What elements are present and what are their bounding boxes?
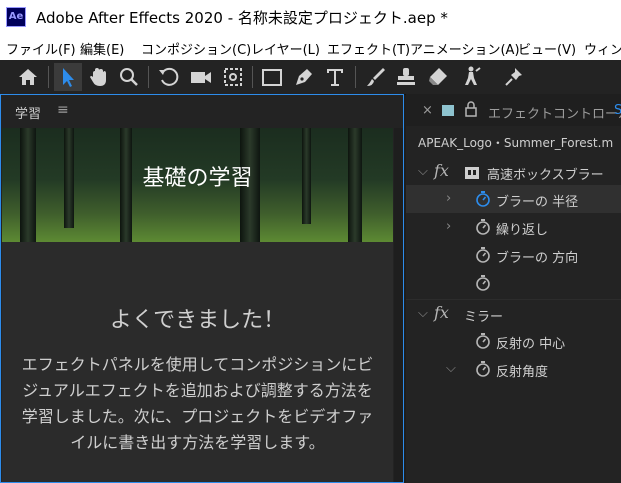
selection-tool-icon[interactable] — [54, 63, 82, 91]
chevron-right-icon[interactable]: › — [446, 219, 451, 234]
chevron-down-icon[interactable]: ⌵ — [446, 361, 456, 376]
stopwatch-icon[interactable] — [474, 218, 492, 236]
clone-stamp-tool-icon[interactable] — [392, 63, 420, 91]
stopwatch-icon[interactable] — [474, 246, 492, 264]
completion-heading: よくできました！ — [109, 308, 286, 333]
menu-window[interactable]: ウィンドウ — [584, 39, 621, 58]
learn-panel-tab[interactable]: 学習 — [15, 103, 41, 122]
menu-edit[interactable]: 編集(E) — [80, 39, 124, 58]
composite-options-icon[interactable] — [464, 165, 480, 179]
rotation-tool-icon[interactable] — [155, 63, 183, 91]
effect-row-fast-box-blur[interactable]: ⌵ fx 高速ボックスブラー — [406, 158, 621, 186]
property-label: 反射の 中心 — [496, 337, 566, 352]
menu-animation[interactable]: アニメーション(A) — [410, 39, 520, 58]
property-row-unlabeled[interactable] — [406, 269, 621, 297]
property-row-reflection-angle[interactable]: ⌵ 反射角度 — [406, 355, 621, 383]
panel-color-swatch — [442, 105, 454, 116]
panel-menu-icon[interactable]: ≡ — [57, 102, 69, 118]
learn-panel: 学習 ≡ 基礎の学習 よくできました！ エフェクトパネルを使用してコンポジション… — [0, 94, 404, 483]
property-row-reflection-center[interactable]: 反射の 中心 — [406, 327, 621, 355]
effect-row-mirror[interactable]: ⌵ fx ミラー — [406, 299, 621, 328]
effect-name: 高速ボックスブラー — [487, 168, 604, 183]
hand-tool-icon[interactable] — [85, 63, 113, 91]
menu-composition[interactable]: コンポジション(C) — [141, 39, 251, 58]
property-label: ブラーの 半径 — [496, 195, 579, 210]
stopwatch-icon[interactable] — [474, 190, 492, 208]
puppet-pin-tool-icon[interactable] — [500, 63, 528, 91]
menu-bar: ファイル(F) 編集(E) コンポジション(C) レイヤー(L) エフェクト(T… — [0, 34, 621, 60]
fx-icon[interactable]: fx — [434, 303, 449, 322]
chevron-right-icon[interactable]: › — [446, 191, 451, 206]
layer-name: APEAK_Logo・Summer_Forest.m — [418, 136, 614, 150]
home-icon[interactable] — [14, 63, 42, 91]
toolbar-separator — [355, 66, 356, 88]
pen-tool-icon[interactable] — [290, 63, 318, 91]
learn-content: よくできました！ エフェクトパネルを使用してコンポジションにビジュアルエフェクト… — [2, 242, 393, 482]
completion-message: エフェクトパネルを使用してコンポジションにビジュアルエフェクトを追加および調整す… — [21, 355, 374, 452]
property-row-blur-radius[interactable]: › ブラーの 半径 — [406, 185, 621, 213]
zoom-tool-icon[interactable] — [115, 63, 143, 91]
menu-layer[interactable]: レイヤー(L) — [251, 39, 320, 58]
type-tool-icon[interactable] — [321, 63, 349, 91]
chevron-down-icon[interactable]: ⌵ — [418, 306, 428, 321]
property-row-blur-direction[interactable]: ブラーの 方向 — [406, 241, 621, 269]
learn-scrollbar[interactable] — [394, 128, 403, 482]
close-icon[interactable]: × — [422, 103, 433, 118]
roto-brush-tool-icon[interactable] — [456, 63, 484, 91]
toolbar-separator — [252, 66, 253, 88]
window-title: Adobe After Effects 2020 - 名称未設定プロジェクト.a… — [36, 9, 448, 27]
property-label: ブラーの 方向 — [496, 251, 579, 266]
menu-effect[interactable]: エフェクト(T) — [327, 39, 410, 58]
toolbar-separator — [148, 66, 149, 88]
chevron-down-icon[interactable]: ⌵ — [418, 164, 428, 179]
property-row-iterations[interactable]: › 繰り返し — [406, 213, 621, 241]
forest-hero-image: 基礎の学習 — [2, 128, 393, 242]
effect-controls-tab[interactable]: エフェクトコントロール — [488, 103, 621, 122]
after-effects-app-icon: Ae — [6, 7, 26, 27]
pan-behind-tool-icon[interactable] — [219, 63, 247, 91]
effect-controls-tab-layer[interactable]: S — [614, 103, 621, 118]
stopwatch-icon[interactable] — [474, 332, 492, 350]
stopwatch-icon[interactable] — [474, 274, 492, 292]
menu-file[interactable]: ファイル(F) — [6, 39, 76, 58]
stopwatch-icon[interactable] — [474, 360, 492, 378]
hero-title: 基礎の学習 — [142, 166, 253, 191]
effect-name: ミラー — [464, 310, 504, 325]
property-label: 繰り返し — [496, 223, 549, 238]
menu-view[interactable]: ビュー(V) — [518, 39, 576, 58]
brush-tool-icon[interactable] — [362, 63, 390, 91]
fx-icon[interactable]: fx — [434, 161, 449, 180]
lock-icon[interactable] — [464, 101, 478, 117]
eraser-tool-icon[interactable] — [424, 63, 452, 91]
effect-controls-tabbar: × エフェクトコントロール S — [406, 94, 621, 126]
effect-controls-panel: × エフェクトコントロール S APEAK_Logo・Summer_Forest… — [406, 94, 621, 483]
rectangle-tool-icon[interactable] — [258, 63, 286, 91]
camera-tool-icon[interactable] — [187, 63, 215, 91]
tools-toolbar — [0, 60, 621, 95]
title-bar: Ae Adobe After Effects 2020 - 名称未設定プロジェク… — [0, 0, 621, 34]
toolbar-separator — [48, 66, 49, 88]
property-label: 反射角度 — [496, 365, 549, 380]
